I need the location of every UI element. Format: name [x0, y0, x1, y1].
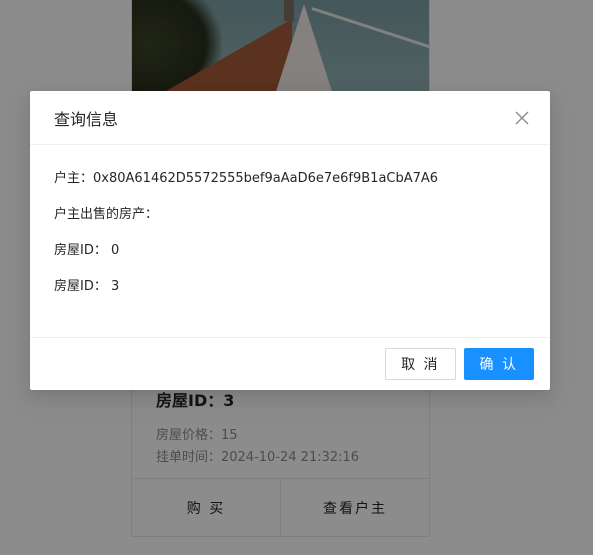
owner-houses-label: 户主出售的房产：: [54, 207, 159, 222]
modal-body: 户主：0x80A61462D5572555bef9aAaD6e7e6f9B1aC…: [30, 145, 550, 297]
cancel-button[interactable]: 取 消: [385, 348, 456, 380]
house-item: 房屋ID： 3: [54, 279, 120, 294]
modal-title: 查询信息: [54, 109, 119, 129]
house-item: 房屋ID： 0: [54, 243, 120, 258]
confirm-button[interactable]: 确 认: [463, 348, 534, 380]
owner-address: 户主：0x80A61462D5572555bef9aAaD6e7e6f9B1aC…: [54, 171, 439, 186]
modal-footer: 取 消 确 认: [30, 337, 550, 390]
modal-header: 查询信息: [30, 91, 550, 145]
query-info-modal: 查询信息 户主：0x80A61462D5572555bef9aAaD6e7e6f…: [30, 91, 550, 390]
close-icon: [515, 111, 529, 125]
close-button[interactable]: [508, 104, 536, 132]
